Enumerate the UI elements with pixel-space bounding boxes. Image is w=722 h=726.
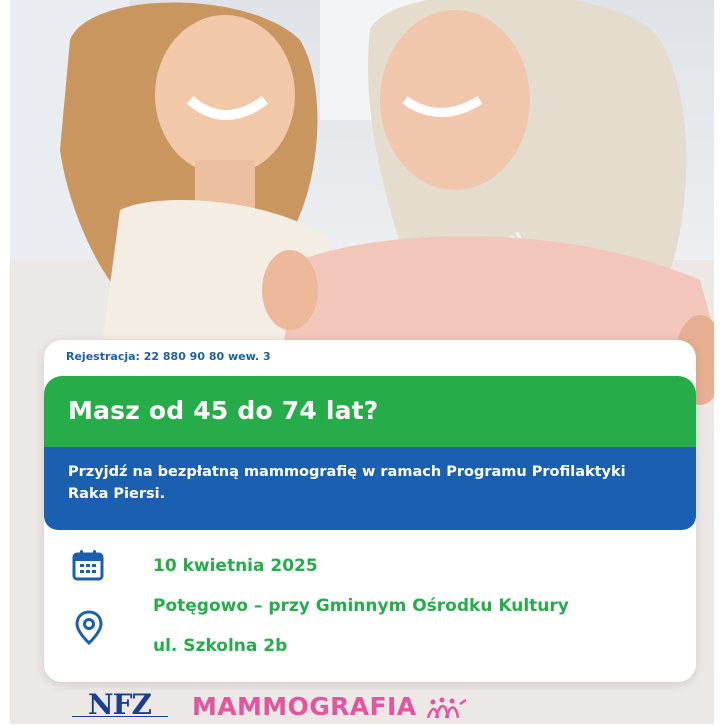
event-date: 10 kwietnia 2025 <box>153 556 318 576</box>
mammography-logo-icon <box>424 696 468 726</box>
registration-phone: Rejestracja: 22 880 90 80 wew. 3 <box>66 350 271 363</box>
location-pin-icon <box>75 610 103 650</box>
calendar-icon <box>72 549 104 585</box>
right-frame <box>714 0 722 724</box>
headline: Masz od 45 do 74 lat? <box>68 396 379 425</box>
event-place: Potęgowo – przy Gminnym Ośrodku Kultury <box>153 596 569 616</box>
subheadline: Przyjdź na bezpłatną mammografię w ramac… <box>68 464 626 502</box>
left-frame <box>0 0 10 724</box>
event-street: ul. Szkolna 2b <box>153 636 288 656</box>
mammografia-logo: MAMMOGRAFIA <box>192 692 417 721</box>
nfz-logo-underline <box>72 716 168 721</box>
